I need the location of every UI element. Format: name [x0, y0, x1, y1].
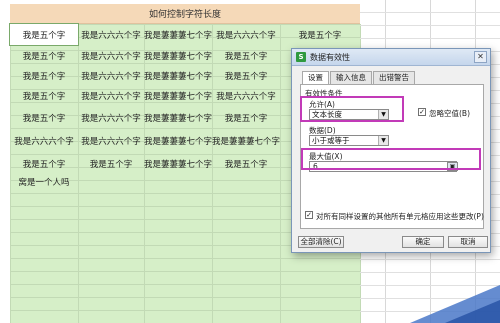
table-cell[interactable]: 我是萋萋萋七个字	[144, 106, 212, 129]
tab-error-alert[interactable]: 出错警告	[373, 71, 415, 84]
table-cell[interactable]: 我是五个字	[10, 85, 78, 106]
dialog-title: 数据有效性	[310, 52, 350, 62]
table-cell[interactable]: 我是六六六个字	[212, 24, 280, 45]
table-cell[interactable]: 我是五个字	[212, 66, 280, 85]
grid-row-line	[10, 297, 360, 298]
sheet-title: 如何控制字符长度	[148, 10, 221, 20]
corner-decoration	[410, 285, 500, 323]
close-icon[interactable]: ✕	[474, 51, 487, 63]
highlight-maximum-box	[301, 148, 481, 170]
ignore-blank-label: 忽略空值(B)	[429, 109, 470, 118]
table-cell[interactable]: 我是五个字	[78, 153, 144, 175]
table-cell[interactable]: 我是六六六个字	[78, 106, 144, 129]
table-cell[interactable]: 我是六六六个字	[78, 85, 144, 106]
table-cell[interactable]: 我是萋萋萋七个字	[144, 129, 212, 153]
data-operator-select[interactable]: 小于或等于 ▼	[309, 135, 389, 146]
table-cell[interactable]: 窝是一个人吗	[10, 175, 78, 188]
dialog-tabs: 设置 输入信息 出错警告	[302, 71, 416, 85]
grid-row-line	[360, 25, 500, 26]
table-cell[interactable]	[78, 175, 144, 188]
table-cell[interactable]: 我是萋萋萋七个字	[144, 85, 212, 106]
table-cell[interactable]: 我是六六六个字	[78, 129, 144, 153]
table-cell[interactable]: 我是萋萋萋七个字	[144, 66, 212, 85]
tab-input-message[interactable]: 输入信息	[330, 71, 372, 84]
grid-row-line	[360, 272, 500, 273]
apply-all-label: 对所有同样设置的其他所有单元格应用这些更改(P)	[316, 212, 484, 221]
table-cell[interactable]: 我是五个字	[10, 66, 78, 85]
grid-row-line	[10, 271, 360, 272]
table-cell[interactable]: 我是萋萋萋七个字	[144, 153, 212, 175]
table-cell[interactable]	[144, 175, 212, 188]
table-cell[interactable]: 我是五个字	[9, 23, 79, 46]
table-cell[interactable]: 我是五个字	[212, 153, 280, 175]
ok-button[interactable]: 确定	[402, 236, 444, 248]
table-cell[interactable]: 我是五个字	[280, 24, 360, 45]
clear-all-button[interactable]: 全部清除(C)	[298, 236, 344, 248]
grid-row-line	[10, 310, 360, 311]
dialog-titlebar[interactable]: S 数据有效性	[292, 49, 490, 66]
table-cell[interactable]: 我是六六六个字	[78, 24, 144, 45]
data-operator-value: 小于或等于	[312, 136, 350, 145]
table-cell[interactable]: 我是五个字	[10, 45, 78, 66]
grid-row-line	[10, 284, 360, 285]
table-cell[interactable]: 我是六六六个字	[78, 66, 144, 85]
apply-all-checkbox[interactable]: ✓	[305, 211, 313, 219]
table-cell[interactable]: 我是五个字	[10, 153, 78, 175]
tab-settings[interactable]: 设置	[302, 71, 329, 85]
table-cell[interactable]: 我是萋萋萋七个字	[144, 45, 212, 66]
cancel-button[interactable]: 取消	[448, 236, 488, 248]
table-cell[interactable]: 我是六六六个字	[10, 129, 78, 153]
grid-row-line	[360, 259, 500, 260]
table-cell[interactable]: 我是六六六个字	[212, 85, 280, 106]
app-icon: S	[296, 52, 306, 62]
table-cell[interactable]: 我是五个字	[212, 45, 280, 66]
grid-row-line	[360, 12, 500, 13]
table-cell[interactable]: 我是五个字	[212, 106, 280, 129]
table-cell[interactable]: 我是萋萋萋七个字	[212, 129, 280, 153]
ignore-blank-checkbox[interactable]: ✓	[418, 108, 426, 116]
grid-row-line	[10, 258, 360, 259]
sheet-title-cell[interactable]: 如何控制字符长度	[10, 4, 360, 24]
table-cell[interactable]	[212, 175, 280, 188]
table-cell[interactable]: 我是五个字	[10, 106, 78, 129]
table-cell[interactable]: 我是萋萋萋七个字	[144, 24, 212, 45]
table-cell[interactable]: 我是六六六个字	[78, 45, 144, 66]
grid-row-line	[360, 38, 500, 39]
chevron-down-icon: ▼	[378, 136, 388, 145]
highlight-allow-box	[300, 96, 404, 122]
